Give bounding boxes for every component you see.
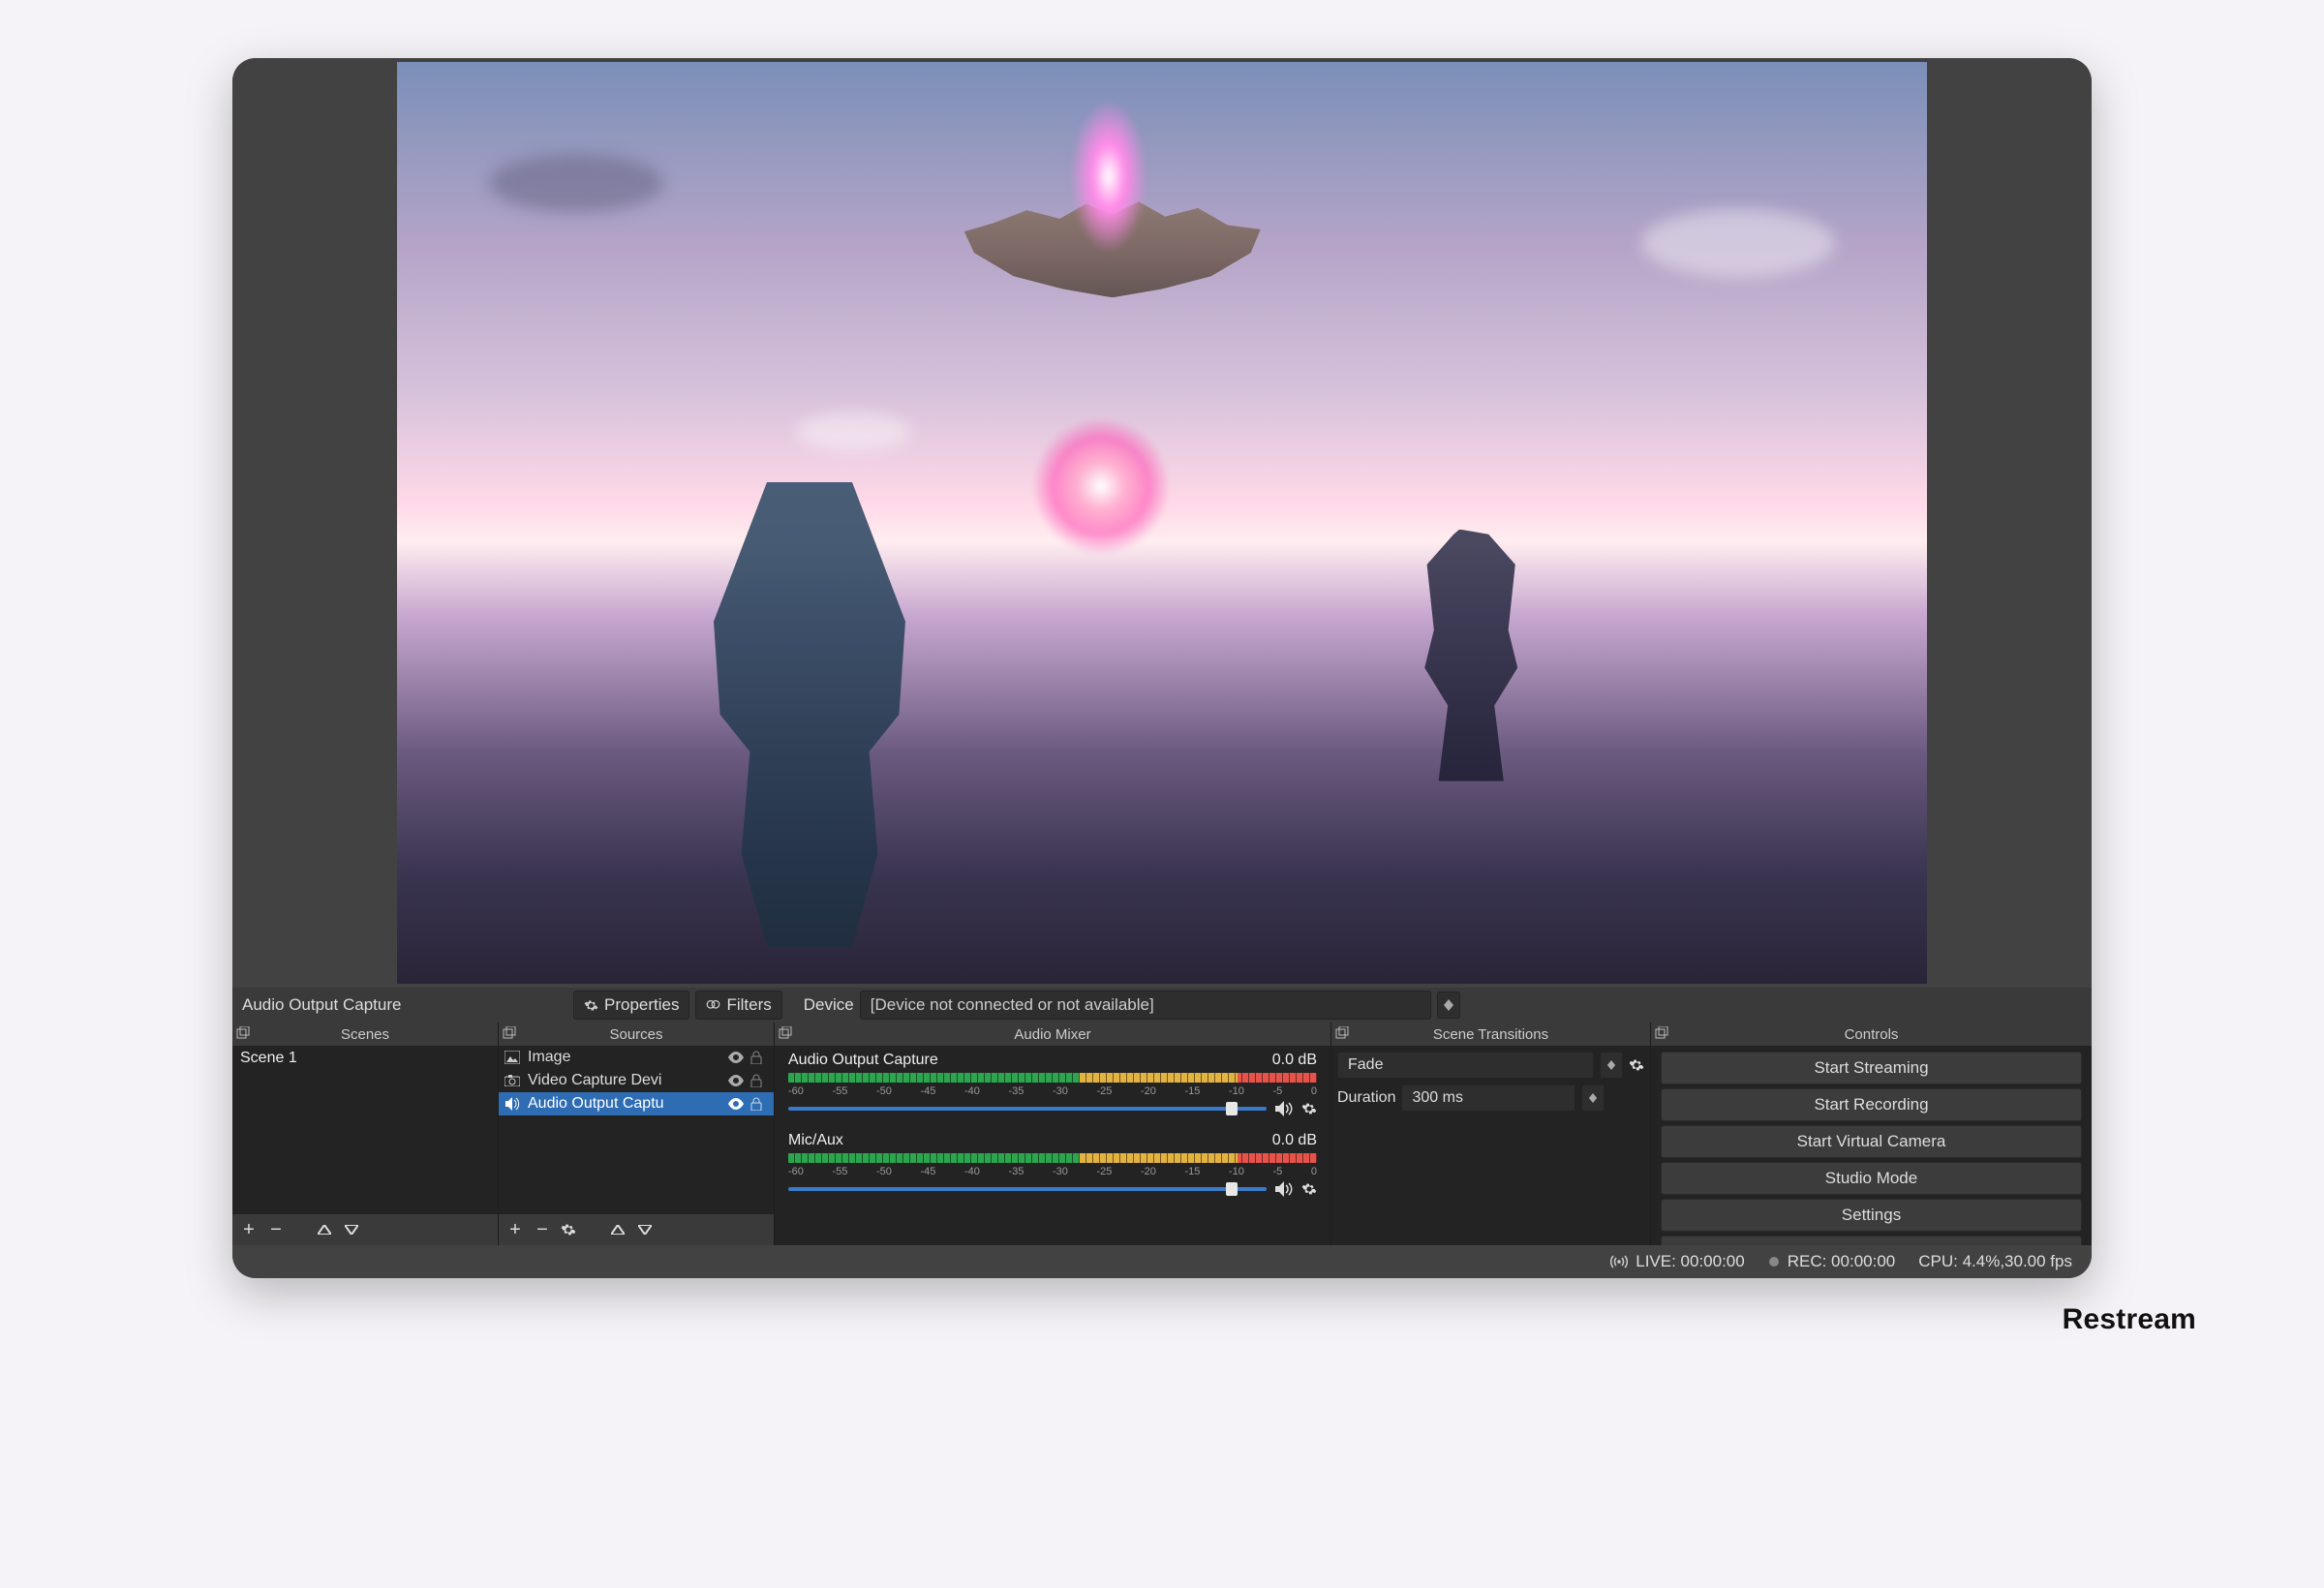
channel-name: Audio Output Capture: [788, 1052, 938, 1069]
dock-popout-icon[interactable]: [503, 1026, 516, 1040]
level-meter: [788, 1073, 1317, 1083]
dock-popout-icon[interactable]: [779, 1026, 792, 1040]
filters-label: Filters: [726, 995, 771, 1015]
transition-select[interactable]: Fade: [1337, 1052, 1594, 1079]
source-row-image[interactable]: Image: [499, 1046, 774, 1069]
volume-slider[interactable]: [788, 1187, 1267, 1191]
mixer-channel: Mic/Aux 0.0 dB -60-55-50-45-40-35-30-25-…: [775, 1126, 1330, 1206]
live-status: LIVE: 00:00:00: [1610, 1252, 1744, 1271]
channel-settings-button[interactable]: [1301, 1101, 1317, 1116]
visibility-toggle[interactable]: [727, 1098, 745, 1110]
broadcast-icon: [1610, 1255, 1628, 1268]
add-source-button[interactable]: +: [506, 1219, 524, 1241]
rec-status: REC: 00:00:00: [1768, 1252, 1896, 1271]
settings-button[interactable]: Settings: [1661, 1199, 2082, 1232]
camera-icon: [505, 1075, 522, 1086]
dock-popout-icon[interactable]: [1335, 1026, 1349, 1040]
source-row-video-capture[interactable]: Video Capture Devi: [499, 1069, 774, 1092]
record-icon: [1768, 1256, 1780, 1267]
start-recording-button[interactable]: Start Recording: [1661, 1088, 2082, 1121]
device-label: Device: [804, 995, 854, 1015]
scenes-panel: Scenes Scene 1 + −: [232, 1023, 499, 1245]
obs-window: Audio Output Capture Properties Filters …: [232, 58, 2092, 1278]
properties-button[interactable]: Properties: [573, 991, 689, 1020]
gear-icon: [584, 998, 598, 1013]
visibility-toggle[interactable]: [727, 1052, 745, 1063]
preview-area[interactable]: [232, 58, 2092, 988]
mute-button[interactable]: [1274, 1181, 1294, 1197]
scene-up-button[interactable]: [318, 1225, 335, 1235]
start-streaming-button[interactable]: Start Streaming: [1661, 1052, 2082, 1084]
volume-slider[interactable]: [788, 1107, 1267, 1111]
duration-input[interactable]: 300 ms: [1401, 1084, 1575, 1112]
mute-button[interactable]: [1274, 1101, 1294, 1116]
filters-icon: [706, 998, 720, 1013]
lock-toggle[interactable]: [750, 1051, 768, 1064]
start-virtual-camera-button[interactable]: Start Virtual Camera: [1661, 1125, 2082, 1158]
dock-popout-icon[interactable]: [1655, 1026, 1668, 1040]
scene-down-button[interactable]: [345, 1225, 362, 1235]
filters-button[interactable]: Filters: [695, 991, 781, 1020]
transition-settings-button[interactable]: [1629, 1057, 1644, 1073]
mixer-channel: Audio Output Capture 0.0 dB -60-55-50-45…: [775, 1046, 1330, 1126]
level-meter: [788, 1153, 1317, 1163]
status-bar: LIVE: 00:00:00 REC: 00:00:00 CPU: 4.4%,3…: [232, 1245, 2092, 1278]
meter-scale: -60-55-50-45-40-35-30-25-20-15-10-50: [788, 1085, 1317, 1097]
sources-list: Image Video Capture Devi Audio Output Ca…: [499, 1046, 774, 1214]
lock-toggle[interactable]: [750, 1097, 768, 1111]
source-name: Video Capture Devi: [528, 1072, 721, 1089]
device-stepper[interactable]: [1437, 992, 1460, 1019]
image-icon: [505, 1051, 522, 1064]
source-up-button[interactable]: [611, 1225, 628, 1235]
source-name: Audio Output Captu: [528, 1095, 721, 1113]
watermark: Restream: [2063, 1303, 2196, 1336]
controls-title: Controls: [1845, 1026, 1899, 1043]
source-down-button[interactable]: [638, 1225, 656, 1235]
device-value: [Device not connected or not available]: [871, 995, 1421, 1015]
duration-label: Duration: [1337, 1089, 1395, 1107]
sources-title: Sources: [609, 1026, 662, 1043]
sources-panel: Sources Image Video Capture Devi A: [499, 1023, 775, 1245]
channel-level: 0.0 dB: [1272, 1052, 1317, 1069]
meter-scale: -60-55-50-45-40-35-30-25-20-15-10-50: [788, 1166, 1317, 1177]
remove-source-button[interactable]: −: [534, 1219, 551, 1241]
channel-name: Mic/Aux: [788, 1132, 843, 1149]
source-name: Image: [528, 1049, 721, 1066]
add-scene-button[interactable]: +: [240, 1219, 258, 1241]
duration-stepper[interactable]: [1581, 1084, 1605, 1112]
audio-mixer-panel: Audio Mixer Audio Output Capture 0.0 dB …: [775, 1023, 1331, 1245]
studio-mode-button[interactable]: Studio Mode: [1661, 1162, 2082, 1195]
scene-transitions-panel: Scene Transitions Fade Duration 300 ms: [1331, 1023, 1651, 1245]
selected-source-name: Audio Output Capture: [238, 995, 567, 1015]
lock-toggle[interactable]: [750, 1074, 768, 1087]
transitions-title: Scene Transitions: [1433, 1026, 1548, 1043]
source-row-audio-output[interactable]: Audio Output Captu: [499, 1092, 774, 1115]
source-properties-bar: Audio Output Capture Properties Filters …: [232, 988, 2092, 1023]
channel-settings-button[interactable]: [1301, 1181, 1317, 1197]
scenes-title: Scenes: [341, 1026, 389, 1043]
dock-panels: Scenes Scene 1 + − Sources Ima: [232, 1023, 2092, 1245]
scene-item[interactable]: Scene 1: [232, 1046, 498, 1071]
transition-stepper[interactable]: [1600, 1052, 1623, 1079]
visibility-toggle[interactable]: [727, 1075, 745, 1086]
preview-canvas: [397, 62, 1927, 984]
channel-level: 0.0 dB: [1272, 1132, 1317, 1149]
mixer-title: Audio Mixer: [1014, 1026, 1090, 1043]
speaker-icon: [505, 1097, 522, 1111]
dock-popout-icon[interactable]: [236, 1026, 250, 1040]
exit-button[interactable]: Exit: [1661, 1236, 2082, 1245]
cpu-status: CPU: 4.4%,30.00 fps: [1918, 1252, 2072, 1271]
device-select[interactable]: [Device not connected or not available]: [860, 991, 1431, 1020]
remove-scene-button[interactable]: −: [267, 1219, 285, 1241]
controls-panel: Controls Start Streaming Start Recording…: [1651, 1023, 2092, 1245]
properties-label: Properties: [604, 995, 679, 1015]
source-settings-button[interactable]: [561, 1222, 578, 1237]
